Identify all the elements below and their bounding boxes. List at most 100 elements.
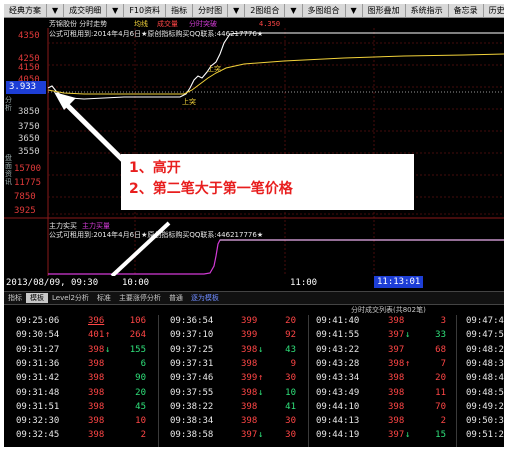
bottom-tab[interactable]: Level2分析 bbox=[48, 293, 93, 303]
trade-volume: 10 bbox=[135, 416, 146, 427]
trade-time: 09:43:49 bbox=[316, 387, 360, 398]
down-arrow-icon: ↓ bbox=[405, 330, 411, 341]
intraday-chart-svg: 芳锦胶份 分时走势 均线 成交量 分时突破 4.350 公式可租用到:2014年… bbox=[4, 18, 504, 278]
toolbar-item[interactable]: 指标 bbox=[166, 4, 194, 17]
trade-time: 09:37:46 bbox=[170, 373, 214, 384]
toolbar-item[interactable]: F10资料 bbox=[124, 4, 167, 17]
trade-volume: 30 bbox=[285, 430, 296, 441]
trade-time: 09:44:13 bbox=[316, 416, 360, 427]
toolbar-item[interactable]: 经典方案 bbox=[4, 4, 47, 17]
y-label-3650: 3650 bbox=[18, 134, 40, 144]
trade-volume: 2 bbox=[140, 430, 146, 441]
legend-avg: 均线 bbox=[134, 19, 148, 28]
trade-volume: 155 bbox=[129, 344, 146, 355]
bottom-tab[interactable]: 普通 bbox=[165, 293, 187, 303]
trade-price: 401 bbox=[88, 330, 105, 341]
bottom-tab[interactable]: 指标 bbox=[4, 293, 26, 303]
trade-price: 398 bbox=[388, 401, 405, 412]
trade-volume: 90 bbox=[135, 373, 146, 384]
toolbar-item[interactable]: 成交明细 bbox=[64, 4, 108, 17]
trade-volume: 3 bbox=[440, 316, 446, 326]
trade-time: 09:36:54 bbox=[170, 316, 214, 326]
bottom-tabs: 指标 模板 Level2分析 标准 主要涨停分析 普通 逐为模板 bbox=[4, 291, 504, 305]
trade-price: 398 bbox=[388, 316, 405, 326]
trade-time: 09:48:28 bbox=[466, 344, 504, 355]
trade-time: 09:37:25 bbox=[170, 344, 214, 355]
trade-time: 09:43:34 bbox=[316, 373, 360, 384]
y-label-15700: 15700 bbox=[14, 164, 41, 174]
down-arrow-icon: ↓ bbox=[258, 430, 264, 441]
trade-list[interactable]: 09:25:06 396 106 09:36:54 399 20 09:41:40 398 3 0… bbox=[4, 315, 504, 447]
trade-price: 398 bbox=[388, 373, 405, 384]
y-label-7850: 7850 bbox=[14, 192, 36, 202]
trade-row[interactable]: 09:25:06 396 106 09:36:54 399 20 09:41:40 398 3 0… bbox=[4, 315, 504, 328]
toolbar-item[interactable]: 分时图 bbox=[193, 4, 229, 17]
trade-volume: 33 bbox=[435, 330, 446, 341]
bottom-tab[interactable]: 模板 bbox=[26, 293, 48, 303]
trade-volume: 11 bbox=[435, 387, 446, 398]
toolbar-item[interactable]: ▼ bbox=[228, 4, 246, 17]
trade-time: 09:47:55 bbox=[466, 330, 504, 341]
trade-time: 09:31:48 bbox=[16, 387, 60, 398]
current-price-tag: 3.933 bbox=[6, 81, 46, 94]
trade-time: 09:48:58 bbox=[466, 387, 504, 398]
side-label-2: 盘面资讯 bbox=[5, 154, 12, 186]
trade-row[interactable]: 09:32:30 398 10 09:38:34 398 30 09:44:13 398 2 09… bbox=[4, 415, 504, 428]
up-arrow-icon: ↑ bbox=[405, 358, 411, 369]
marker-up-2: 上突 bbox=[182, 97, 196, 106]
toolbar-item[interactable]: 历史回忆 bbox=[484, 4, 504, 17]
time-11: 11:00 bbox=[290, 278, 318, 288]
trade-row[interactable]: 09:31:27 398 ↓ 155 09:37:25 398 ↓ 43 09:43:22 397… bbox=[4, 344, 504, 357]
trade-price: 398 bbox=[388, 387, 405, 398]
trade-row[interactable]: 09:31:42 398 90 09:37:46 399 ↑ 30 09:43:34 398 20… bbox=[4, 372, 504, 385]
toolbar-item[interactable]: 图形叠加 bbox=[363, 4, 406, 17]
y-label-4350: 4350 bbox=[18, 31, 40, 41]
trade-row[interactable]: 09:32:45 398 2 09:38:58 397 ↓ 30 09:44:19 397 ↓ 15… bbox=[4, 429, 504, 442]
toolbar-item[interactable]: ▼ bbox=[346, 4, 363, 17]
trade-volume: 264 bbox=[129, 330, 146, 341]
trade-row[interactable]: 09:31:48 398 20 09:37:55 398 ↓ 10 09:43:49 398 11… bbox=[4, 387, 504, 400]
trade-time: 09:32:45 bbox=[16, 430, 60, 441]
trade-time: 09:30:54 bbox=[16, 330, 60, 341]
trade-price: 398 bbox=[88, 401, 105, 412]
trade-row[interactable]: 09:30:54 401 ↑ 264 09:37:10 399 92 09:41:55 397 ↓… bbox=[4, 329, 504, 342]
legend-price: 4.350 bbox=[259, 20, 280, 28]
down-arrow-icon: ↓ bbox=[258, 387, 264, 398]
trade-volume: 30 bbox=[285, 416, 296, 427]
trade-time: 09:25:06 bbox=[16, 316, 60, 326]
trade-volume: 9 bbox=[290, 358, 296, 369]
trade-volume: 106 bbox=[129, 316, 146, 326]
trade-time: 09:38:22 bbox=[170, 401, 214, 412]
trade-price: 398 bbox=[88, 373, 105, 384]
trade-price: 398 bbox=[88, 430, 105, 441]
trade-time: 09:31:42 bbox=[16, 373, 60, 384]
trade-list-header: 分时成交列表(共802笔) bbox=[4, 304, 504, 315]
trade-row[interactable]: 09:31:36 398 6 09:37:31 398 9 09:43:28 398 ↑ 7 09:… bbox=[4, 358, 504, 371]
trade-volume: 2 bbox=[440, 416, 446, 427]
toolbar-item[interactable]: ▼ bbox=[285, 4, 303, 17]
y-label-3850: 3850 bbox=[18, 107, 40, 117]
bottom-tab[interactable]: 标准 bbox=[93, 293, 115, 303]
toolbar-item[interactable]: ▼ bbox=[107, 4, 125, 17]
trade-row[interactable]: 09:31:51 398 45 09:38:22 398 41 09:44:10 398 70 0… bbox=[4, 401, 504, 414]
legend-vol: 成交量 bbox=[157, 19, 178, 28]
y-label-3550: 3550 bbox=[18, 147, 40, 157]
time-axis: 2013/08/09, 09:30 10:00 11:00 11:13:01 bbox=[4, 276, 504, 290]
trade-price: 396 bbox=[88, 316, 105, 326]
toolbar-item[interactable]: 系统指示 bbox=[406, 4, 449, 17]
trade-time: 09:50:37 bbox=[466, 416, 504, 427]
toolbar-item[interactable]: 多图组合 bbox=[303, 4, 346, 17]
toolbar-item[interactable]: 2图组合 bbox=[245, 4, 286, 17]
y-label-3925: 3925 bbox=[14, 206, 36, 216]
trade-price: 399 bbox=[241, 330, 258, 341]
trade-price: 398 bbox=[241, 358, 258, 369]
trade-volume: 7 bbox=[440, 358, 446, 369]
bottom-tab[interactable]: 主要涨停分析 bbox=[115, 293, 165, 303]
bottom-tab[interactable]: 逐为模板 bbox=[187, 293, 223, 303]
trade-list-title: 分时成交列表(共802笔) bbox=[351, 306, 426, 314]
toolbar-item[interactable]: 备忘录 bbox=[449, 4, 484, 17]
main-toolbar: 经典方案 ▼ 成交明细 ▼ F10资料 指标 分时图 ▼ 2图组合 ▼ 多图组合 ▼ 图形叠加 系统指示备… bbox=[4, 4, 504, 18]
trade-time: 09:49:28 bbox=[466, 401, 504, 412]
trade-time: 09:43:22 bbox=[316, 344, 360, 355]
toolbar-item[interactable]: ▼ bbox=[47, 4, 65, 17]
